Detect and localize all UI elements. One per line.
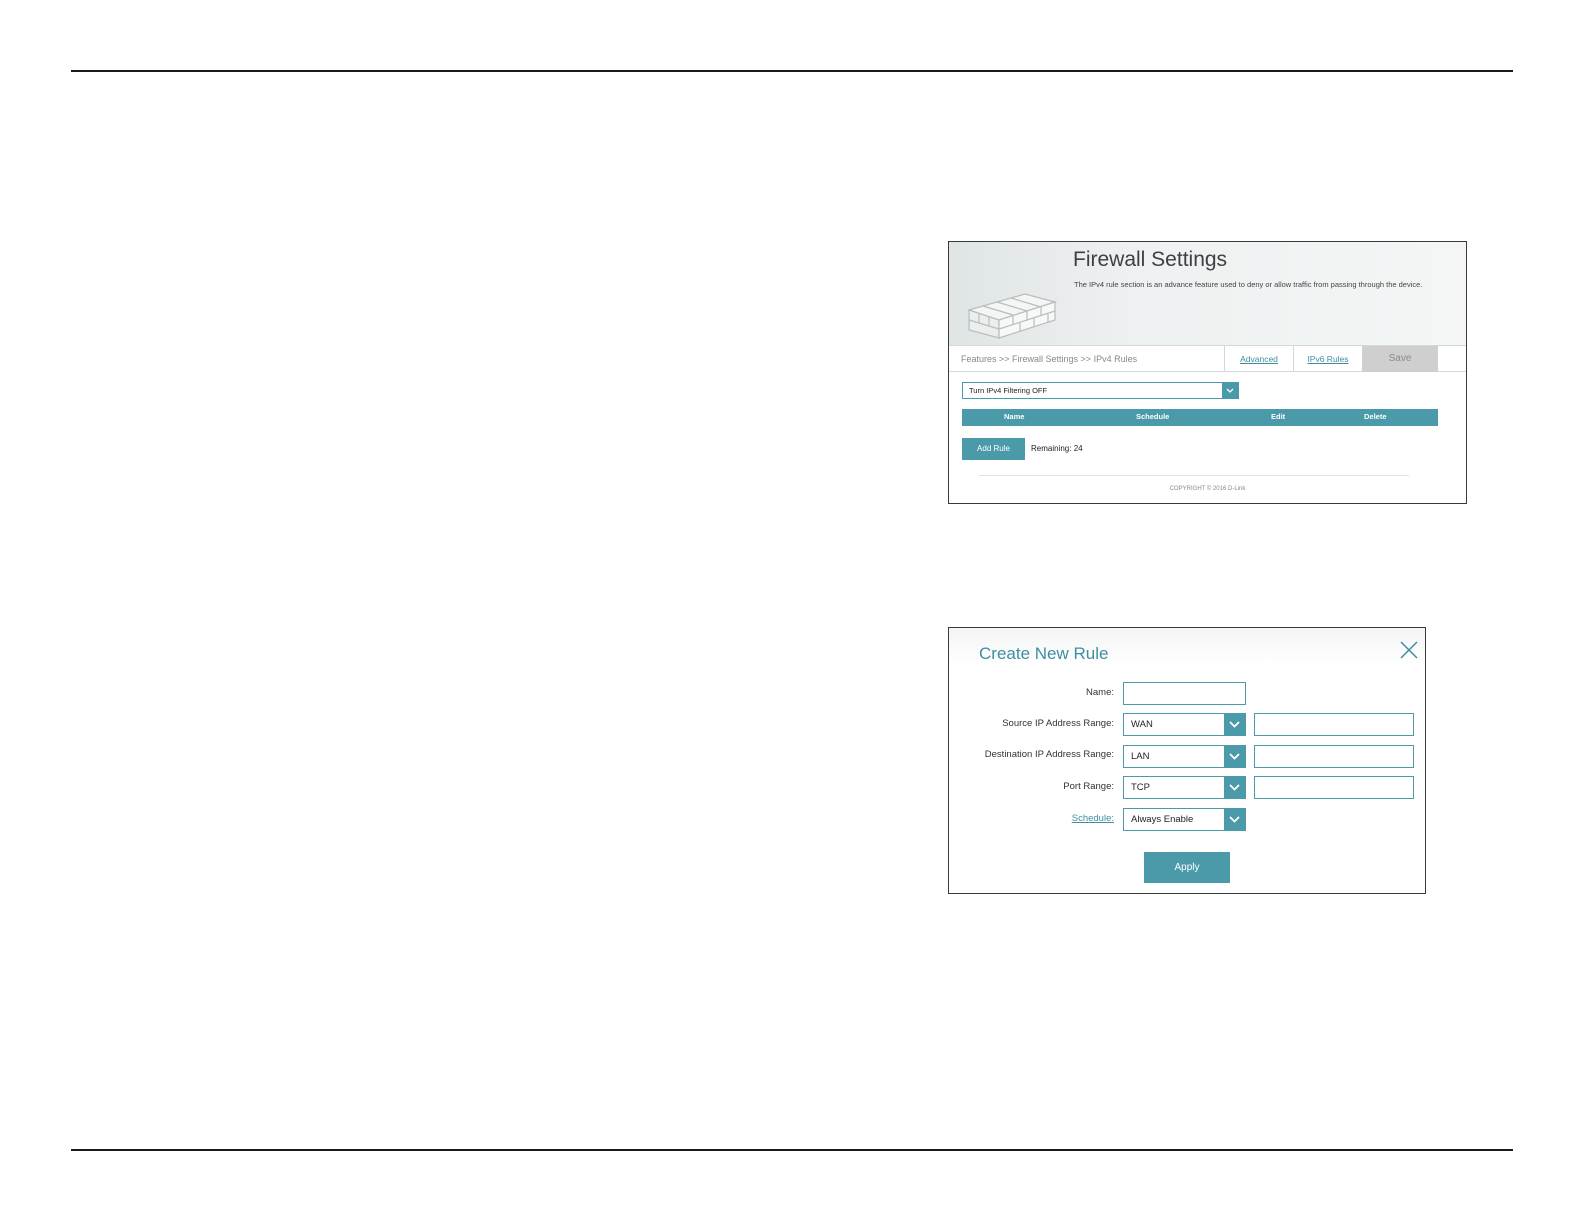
destination-ip-label: Destination IP Address Range:	[984, 749, 1114, 760]
port-range-input[interactable]	[1254, 776, 1414, 799]
column-header-name: Name	[1004, 412, 1025, 421]
schedule-link[interactable]: Schedule:	[949, 813, 1114, 824]
firewall-header: Firewall Settings The IPv4 rule section …	[949, 242, 1466, 345]
destination-ip-value: LAN	[1131, 751, 1150, 762]
column-header-delete: Delete	[1364, 412, 1387, 421]
firewall-nav-bar: Features >> Firewall Settings >> IPv4 Ru…	[949, 345, 1466, 372]
brick-wall-icon	[967, 293, 1057, 339]
port-range-label: Port Range:	[1063, 781, 1114, 792]
breadcrumb: Features >> Firewall Settings >> IPv4 Ru…	[961, 354, 1138, 364]
column-header-schedule: Schedule	[1136, 412, 1170, 421]
page-description: The IPv4 rule section is an advance feat…	[1074, 280, 1423, 289]
chevron-down-icon	[1229, 784, 1240, 791]
apply-button[interactable]: Apply	[1144, 852, 1230, 883]
source-ip-label: Source IP Address Range:	[1002, 718, 1114, 729]
chevron-down-icon	[1229, 721, 1240, 728]
name-input[interactable]	[1123, 682, 1246, 705]
page-title: Firewall Settings	[1073, 248, 1228, 271]
footer-divider	[979, 475, 1409, 476]
source-ip-select[interactable]: WAN	[1123, 713, 1246, 736]
top-divider-line	[71, 70, 1513, 72]
filter-dropdown-toggle[interactable]	[1222, 383, 1238, 398]
remaining-count: Remaining: 24	[1031, 444, 1083, 453]
ipv4-filtering-value: Turn IPv4 Filtering OFF	[969, 386, 1048, 395]
source-ip-value: WAN	[1131, 719, 1153, 730]
destination-ip-select[interactable]: LAN	[1123, 745, 1246, 768]
column-header-edit: Edit	[1271, 412, 1286, 421]
destination-dropdown-toggle[interactable]	[1224, 746, 1245, 767]
tab-ipv6-rules[interactable]: IPv6 Rules	[1293, 346, 1362, 372]
bottom-divider-line	[71, 1149, 1513, 1151]
port-dropdown-toggle[interactable]	[1224, 777, 1245, 798]
chevron-down-icon	[1226, 388, 1234, 393]
tab-advanced[interactable]: Advanced	[1224, 346, 1293, 372]
destination-ip-range-input[interactable]	[1254, 745, 1414, 768]
create-rule-dialog: Create New Rule Name: Source IP Address …	[948, 627, 1426, 894]
schedule-select[interactable]: Always Enable	[1123, 808, 1246, 831]
schedule-dropdown-toggle[interactable]	[1224, 809, 1245, 830]
chevron-down-icon	[1229, 816, 1240, 823]
schedule-value: Always Enable	[1131, 814, 1194, 825]
save-button[interactable]: Save	[1362, 346, 1438, 372]
chevron-down-icon	[1229, 753, 1240, 760]
copyright-text: COPYRIGHT © 2016 D-Link	[1169, 486, 1246, 492]
close-icon[interactable]	[1399, 640, 1419, 660]
port-protocol-value: TCP	[1131, 782, 1150, 793]
port-protocol-select[interactable]: TCP	[1123, 776, 1246, 799]
dialog-title: Create New Rule	[979, 644, 1109, 663]
source-dropdown-toggle[interactable]	[1224, 714, 1245, 735]
name-label: Name:	[1086, 687, 1114, 698]
firewall-settings-panel: Firewall Settings The IPv4 rule section …	[948, 241, 1467, 504]
rules-table-header: Name Schedule Edit Delete	[962, 409, 1438, 426]
ipv4-filtering-select[interactable]: Turn IPv4 Filtering OFF	[962, 382, 1239, 399]
add-rule-button[interactable]: Add Rule	[962, 438, 1025, 460]
source-ip-range-input[interactable]	[1254, 713, 1414, 736]
